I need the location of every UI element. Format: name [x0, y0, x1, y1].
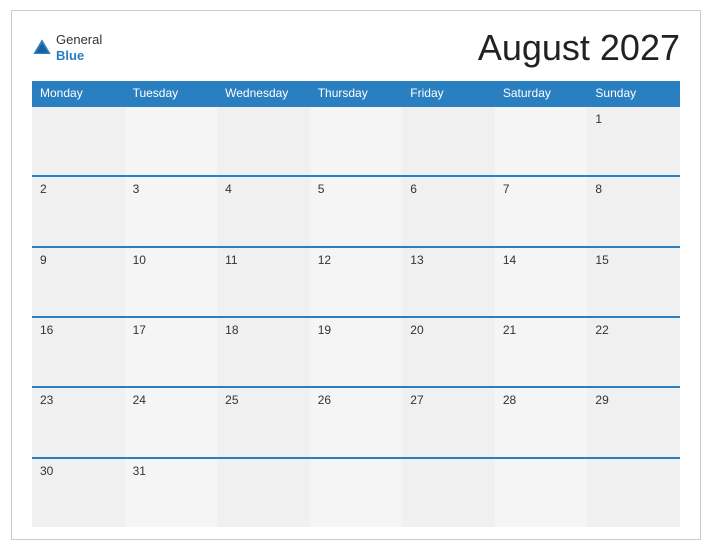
day-number: 29: [595, 393, 672, 407]
calendar: General Blue August 2027 Monday Tuesday …: [11, 10, 701, 540]
header-saturday: Saturday: [495, 81, 588, 105]
day-number: 11: [225, 253, 302, 267]
day-number: 25: [225, 393, 302, 407]
day-cell: 21: [495, 318, 588, 386]
day-cell: 4: [217, 177, 310, 245]
day-number: 7: [503, 182, 580, 196]
day-number: 31: [133, 464, 210, 478]
header-thursday: Thursday: [310, 81, 403, 105]
day-cell: 3: [125, 177, 218, 245]
day-number: 9: [40, 253, 117, 267]
calendar-grid: Monday Tuesday Wednesday Thursday Friday…: [32, 81, 680, 527]
calendar-title: August 2027: [478, 27, 680, 69]
day-cell: 28: [495, 388, 588, 456]
day-cell: [495, 459, 588, 527]
day-number: 19: [318, 323, 395, 337]
day-cell: 30: [32, 459, 125, 527]
day-cell: 2: [32, 177, 125, 245]
day-number: 22: [595, 323, 672, 337]
day-cell: 16: [32, 318, 125, 386]
day-cell: 8: [587, 177, 680, 245]
day-cell: 22: [587, 318, 680, 386]
weeks-container: 1 2 3 4 5 6 7 8 9 10 11 12 13 14 15: [32, 105, 680, 527]
day-number: 17: [133, 323, 210, 337]
day-cell: [310, 459, 403, 527]
calendar-header: General Blue August 2027: [32, 27, 680, 69]
day-number: 1: [595, 112, 672, 126]
day-cell: [217, 459, 310, 527]
day-number: 28: [503, 393, 580, 407]
header-wednesday: Wednesday: [217, 81, 310, 105]
day-cell: [32, 107, 125, 175]
day-number: 10: [133, 253, 210, 267]
day-number: 15: [595, 253, 672, 267]
day-number: 3: [133, 182, 210, 196]
header-monday: Monday: [32, 81, 125, 105]
day-cell: [125, 107, 218, 175]
day-number: 24: [133, 393, 210, 407]
day-number: 16: [40, 323, 117, 337]
day-number: 12: [318, 253, 395, 267]
day-cell: 15: [587, 248, 680, 316]
day-cell: 25: [217, 388, 310, 456]
day-cell: [587, 459, 680, 527]
day-number: 30: [40, 464, 117, 478]
day-cell: 24: [125, 388, 218, 456]
day-cell: 7: [495, 177, 588, 245]
day-number: 14: [503, 253, 580, 267]
day-cell: 27: [402, 388, 495, 456]
day-cell: [402, 459, 495, 527]
header-friday: Friday: [402, 81, 495, 105]
day-cell: 9: [32, 248, 125, 316]
day-cell: 6: [402, 177, 495, 245]
day-cell: 14: [495, 248, 588, 316]
day-number: 5: [318, 182, 395, 196]
day-cell: 29: [587, 388, 680, 456]
day-number: 27: [410, 393, 487, 407]
week-row: 1: [32, 105, 680, 175]
header-tuesday: Tuesday: [125, 81, 218, 105]
week-row: 2 3 4 5 6 7 8: [32, 175, 680, 245]
day-cell: [495, 107, 588, 175]
day-number: 23: [40, 393, 117, 407]
day-number: 21: [503, 323, 580, 337]
day-number: 26: [318, 393, 395, 407]
week-row: 16 17 18 19 20 21 22: [32, 316, 680, 386]
week-row: 30 31: [32, 457, 680, 527]
day-number: 6: [410, 182, 487, 196]
day-cell: 26: [310, 388, 403, 456]
day-cell: [402, 107, 495, 175]
logo: General Blue: [32, 32, 102, 63]
week-row: 9 10 11 12 13 14 15: [32, 246, 680, 316]
day-cell: 23: [32, 388, 125, 456]
day-cell: 18: [217, 318, 310, 386]
logo-text: General Blue: [56, 32, 102, 63]
day-cell: 31: [125, 459, 218, 527]
day-cell: 10: [125, 248, 218, 316]
day-cell: 19: [310, 318, 403, 386]
day-number: 18: [225, 323, 302, 337]
day-cell: 1: [587, 107, 680, 175]
day-cell: 20: [402, 318, 495, 386]
day-cell: [217, 107, 310, 175]
day-cell: 11: [217, 248, 310, 316]
logo-blue: Blue: [56, 48, 102, 64]
day-cell: 5: [310, 177, 403, 245]
day-cell: [310, 107, 403, 175]
week-row: 23 24 25 26 27 28 29: [32, 386, 680, 456]
day-number: 20: [410, 323, 487, 337]
day-number: 8: [595, 182, 672, 196]
day-headers-row: Monday Tuesday Wednesday Thursday Friday…: [32, 81, 680, 105]
logo-icon: [32, 38, 52, 58]
logo-general: General: [56, 32, 102, 48]
day-number: 2: [40, 182, 117, 196]
day-cell: 13: [402, 248, 495, 316]
day-cell: 12: [310, 248, 403, 316]
day-number: 13: [410, 253, 487, 267]
header-sunday: Sunday: [587, 81, 680, 105]
day-number: 4: [225, 182, 302, 196]
day-cell: 17: [125, 318, 218, 386]
